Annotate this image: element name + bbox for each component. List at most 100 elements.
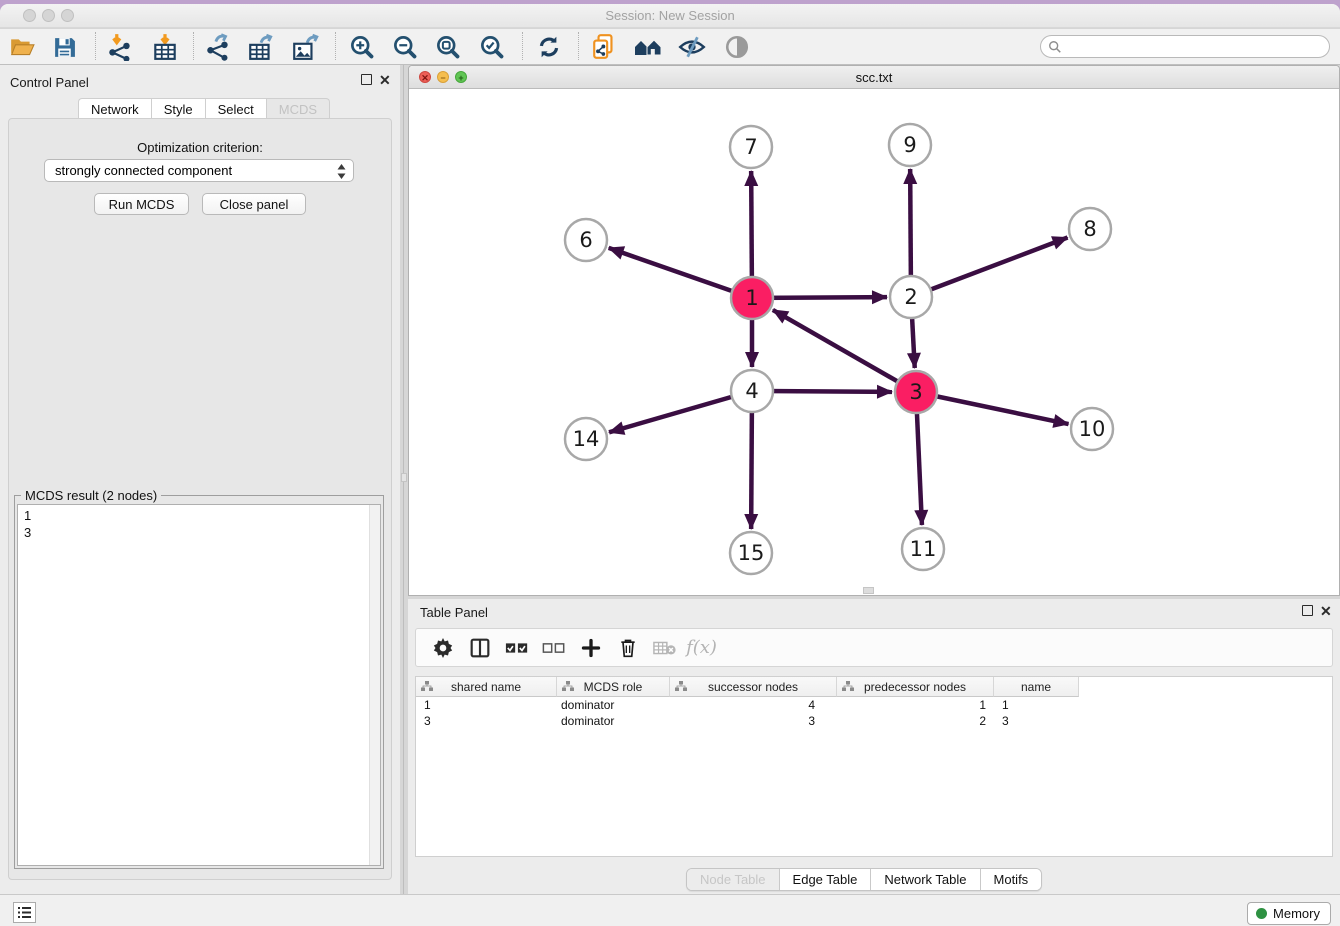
open-session-icon[interactable] <box>5 31 39 63</box>
zoom-fit-icon[interactable] <box>431 31 465 63</box>
graph-edge-4-14[interactable] <box>609 391 752 432</box>
column-settings-icon[interactable] <box>424 632 461 664</box>
graph-edge-3-1[interactable] <box>773 310 916 392</box>
table-panel-title: Table Panel <box>420 605 488 620</box>
first-neighbors-icon[interactable] <box>631 31 665 63</box>
refresh-view-icon[interactable] <box>532 31 566 63</box>
network-window-title: scc.txt <box>409 70 1339 85</box>
magnifier-plus-icon <box>349 34 376 61</box>
select-all-checkboxes-icon[interactable] <box>498 632 535 664</box>
graph-node-label: 6 <box>579 228 592 252</box>
houses-icon <box>633 34 663 60</box>
dropdown-value: strongly connected component <box>55 163 232 178</box>
window-titlebar: Session: New Session <box>0 4 1340 28</box>
tab-edge-table[interactable]: Edge Table <box>780 869 872 890</box>
import-table-glyph-icon <box>151 33 179 61</box>
column-header-predecessor-nodes[interactable]: predecessor nodes <box>837 677 994 697</box>
run-mcds-button[interactable]: Run MCDS <box>94 193 189 215</box>
tab-network[interactable]: Network <box>78 98 151 119</box>
divider-grip-icon[interactable] <box>401 473 407 482</box>
delete-column-icon[interactable] <box>609 632 646 664</box>
tab-style[interactable]: Style <box>151 98 205 119</box>
zoom-selected-icon[interactable] <box>475 31 509 63</box>
export-table-icon[interactable] <box>244 31 278 63</box>
import-network-glyph-icon <box>106 33 134 61</box>
column-header-successor-nodes[interactable]: successor nodes <box>670 677 837 697</box>
application-window: Session: New Session <box>0 4 1340 926</box>
float-table-panel-icon[interactable] <box>1302 605 1313 616</box>
tab-node-table[interactable]: Node Table <box>687 869 780 890</box>
canvas-grip-icon[interactable] <box>863 587 874 594</box>
search-input[interactable] <box>1062 40 1312 54</box>
close-panel-button[interactable]: Close panel <box>202 193 306 215</box>
search-field[interactable] <box>1040 35 1330 58</box>
new-network-from-selection-icon[interactable] <box>588 31 622 63</box>
export-image-icon[interactable] <box>288 31 322 63</box>
toolbar-separator <box>578 32 579 60</box>
tab-network-table[interactable]: Network Table <box>871 869 980 890</box>
tab-mcds[interactable]: MCDS <box>266 98 330 119</box>
import-table-icon[interactable] <box>148 31 182 63</box>
export-network-glyph-icon <box>204 33 232 61</box>
close-panel-icon[interactable]: ✕ <box>379 75 391 86</box>
show-all-icon[interactable] <box>720 31 754 63</box>
search-icon <box>1048 40 1062 54</box>
zoom-in-icon[interactable] <box>345 31 379 63</box>
task-history-button[interactable] <box>13 902 36 923</box>
add-column-icon[interactable] <box>572 632 609 664</box>
memory-button[interactable]: Memory <box>1247 902 1331 925</box>
close-table-panel-icon[interactable]: ✕ <box>1320 606 1332 617</box>
table-row[interactable]: 3dominator323 <box>416 713 1332 729</box>
graph-node-label: 10 <box>1079 417 1106 441</box>
export-table-glyph-icon <box>247 33 275 61</box>
refresh-arrows-icon <box>536 34 562 60</box>
panel-divider[interactable] <box>400 65 408 894</box>
table-cell: dominator <box>557 713 670 729</box>
table-row[interactable]: 1dominator411 <box>416 697 1332 713</box>
graph-node-label: 11 <box>910 537 937 561</box>
table-cell: 3 <box>670 713 837 729</box>
save-session-icon[interactable] <box>47 31 81 63</box>
duplicate-network-icon <box>591 33 619 61</box>
column-layout-icon[interactable] <box>461 632 498 664</box>
optimization-criterion-dropdown[interactable]: strongly connected component <box>44 159 354 182</box>
control-panel-tabs: NetworkStyleSelectMCDS <box>78 98 330 119</box>
tab-motifs[interactable]: Motifs <box>981 869 1042 890</box>
memory-status-icon <box>1256 908 1267 919</box>
function-builder-icon[interactable]: f(x) <box>683 632 720 664</box>
export-network-icon[interactable] <box>201 31 235 63</box>
hide-selected-icon[interactable] <box>675 31 709 63</box>
import-network-icon[interactable] <box>103 31 137 63</box>
table-body: 1dominator4113dominator323 <box>416 697 1332 729</box>
graph-edge-3-10[interactable] <box>916 392 1069 424</box>
table-tabs: Node TableEdge TableNetwork TableMotifs <box>686 868 1042 891</box>
mcds-result-textarea[interactable]: 1 3 <box>17 504 381 866</box>
toolbar-separator <box>522 32 523 60</box>
graph-edge-2-8[interactable] <box>911 238 1068 297</box>
column-header-name[interactable]: name <box>994 677 1079 697</box>
result-scrollbar[interactable] <box>369 505 380 865</box>
float-panel-icon[interactable] <box>361 74 372 85</box>
window-title: Session: New Session <box>0 8 1340 23</box>
zoom-out-icon[interactable] <box>388 31 422 63</box>
floppy-disk-icon <box>52 35 77 60</box>
network-canvas[interactable]: 7968124314101511 <box>409 89 1339 595</box>
mcds-result-groupbox: MCDS result (2 nodes) 1 3 <box>14 495 384 869</box>
control-panel: Control Panel ✕ NetworkStyleSelectMCDS O… <box>0 65 400 894</box>
eye-slash-icon <box>678 34 706 60</box>
graph-edge-1-6[interactable] <box>609 248 752 298</box>
table-cell: 3 <box>994 713 1079 729</box>
column-header-MCDS-role[interactable]: MCDS role <box>557 677 670 697</box>
graph-node-label: 15 <box>738 541 765 565</box>
control-panel-title: Control Panel <box>10 75 89 90</box>
tab-select[interactable]: Select <box>205 98 266 119</box>
graph-node-label: 4 <box>745 379 758 403</box>
deselect-all-checkboxes-icon[interactable] <box>535 632 572 664</box>
column-header-shared-name[interactable]: shared name <box>416 677 557 697</box>
magnifier-check-icon <box>479 34 506 61</box>
delete-table-icon[interactable] <box>646 632 683 664</box>
graph-node-label: 1 <box>745 286 758 310</box>
graph-node-label: 2 <box>904 285 917 309</box>
memory-label: Memory <box>1273 906 1320 921</box>
export-image-glyph-icon <box>291 33 319 61</box>
